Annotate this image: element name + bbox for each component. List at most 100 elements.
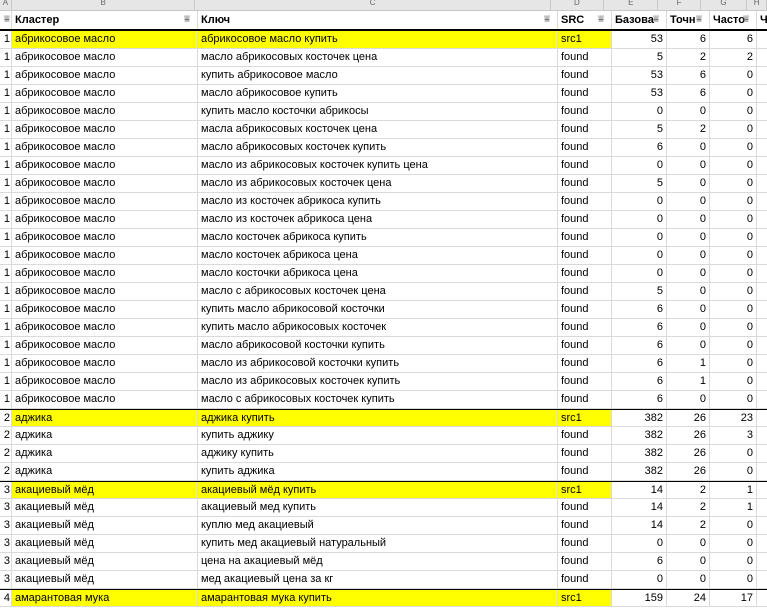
cell-g[interactable]: 1 — [0, 247, 12, 264]
cell-base[interactable]: 6 — [612, 319, 667, 336]
filter-icon[interactable]: ⩸ — [598, 15, 608, 25]
filter-icon[interactable]: ⩸ — [743, 15, 753, 25]
cell-empty[interactable] — [757, 67, 767, 84]
cell-base[interactable]: 0 — [612, 211, 667, 228]
cell-cluster[interactable]: абрикосовое масло — [12, 283, 198, 300]
cell-src[interactable]: found — [558, 265, 612, 282]
column-letter-a[interactable]: A — [0, 0, 12, 11]
cell-empty[interactable] — [757, 31, 767, 48]
cell-empty[interactable] — [757, 193, 767, 210]
cell-freq[interactable]: 0 — [710, 535, 757, 552]
cell-empty[interactable] — [757, 482, 767, 498]
header-cell[interactable]: Базова ⩸ — [612, 11, 667, 29]
cell-base[interactable]: 14 — [612, 499, 667, 516]
header-cell[interactable]: Кластер ⩸ — [12, 11, 198, 29]
column-letter-c[interactable]: C — [195, 0, 551, 11]
cell-key[interactable]: цена на акациевый мёд — [198, 553, 558, 570]
cell-src[interactable]: found — [558, 139, 612, 156]
cell-cluster[interactable]: абрикосовое масло — [12, 337, 198, 354]
cell-exact[interactable]: 6 — [667, 31, 710, 48]
cell-base[interactable]: 53 — [612, 31, 667, 48]
cell-cluster[interactable]: абрикосовое масло — [12, 103, 198, 120]
cell-g[interactable]: 1 — [0, 337, 12, 354]
cell-g[interactable]: 1 — [0, 67, 12, 84]
cell-exact[interactable]: 6 — [667, 85, 710, 102]
cell-src[interactable]: found — [558, 463, 612, 480]
cell-exact[interactable]: 0 — [667, 157, 710, 174]
cell-key[interactable]: купить масло косточки абрикосы — [198, 103, 558, 120]
cell-cluster[interactable]: абрикосовое масло — [12, 67, 198, 84]
cell-cluster[interactable]: аджика — [12, 445, 198, 462]
cell-empty[interactable] — [757, 301, 767, 318]
cell-cluster[interactable]: абрикосовое масло — [12, 139, 198, 156]
cell-base[interactable]: 0 — [612, 103, 667, 120]
cell-src[interactable]: found — [558, 499, 612, 516]
cell-g[interactable]: 1 — [0, 319, 12, 336]
header-cell[interactable]: ⩸ — [0, 11, 12, 29]
header-cell[interactable]: Часто ⩸ — [710, 11, 757, 29]
cell-g[interactable]: 3 — [0, 535, 12, 552]
cell-cluster[interactable]: абрикосовое масло — [12, 319, 198, 336]
cell-cluster[interactable]: абрикосовое масло — [12, 373, 198, 390]
column-letter-g[interactable]: G — [701, 0, 748, 11]
cell-key[interactable]: купить мед акациевый натуральный — [198, 535, 558, 552]
cell-empty[interactable] — [757, 103, 767, 120]
cell-exact[interactable]: 0 — [667, 229, 710, 246]
cell-src[interactable]: found — [558, 157, 612, 174]
cell-empty[interactable] — [757, 337, 767, 354]
cell-exact[interactable]: 26 — [667, 463, 710, 480]
cell-base[interactable]: 382 — [612, 445, 667, 462]
cell-src[interactable]: found — [558, 517, 612, 534]
cell-key[interactable]: акациевый мед купить — [198, 499, 558, 516]
cell-cluster[interactable]: аджика — [12, 410, 198, 426]
filter-icon[interactable]: ⩸ — [544, 15, 554, 25]
cell-key[interactable]: масло абрикосовое купить — [198, 85, 558, 102]
cell-key[interactable]: масло абрикосовых косточек цена — [198, 49, 558, 66]
cell-freq[interactable]: 1 — [710, 499, 757, 516]
cell-freq[interactable]: 0 — [710, 175, 757, 192]
cell-base[interactable]: 5 — [612, 121, 667, 138]
cell-freq[interactable]: 0 — [710, 373, 757, 390]
cell-cluster[interactable]: абрикосовое масло — [12, 157, 198, 174]
filter-icon[interactable]: ⩸ — [184, 15, 194, 25]
cell-base[interactable]: 0 — [612, 229, 667, 246]
cell-key[interactable]: аджику купить — [198, 445, 558, 462]
cell-src[interactable]: found — [558, 337, 612, 354]
cell-g[interactable]: 1 — [0, 85, 12, 102]
cell-cluster[interactable]: акациевый мёд — [12, 499, 198, 516]
cell-cluster[interactable]: акациевый мёд — [12, 571, 198, 588]
cell-exact[interactable]: 0 — [667, 319, 710, 336]
cell-src[interactable]: found — [558, 103, 612, 120]
cell-src[interactable]: found — [558, 301, 612, 318]
cell-key[interactable]: аджика купить — [198, 410, 558, 426]
cell-empty[interactable] — [757, 175, 767, 192]
cell-freq[interactable]: 17 — [710, 590, 757, 606]
cell-cluster[interactable]: акациевый мёд — [12, 535, 198, 552]
cell-exact[interactable]: 0 — [667, 175, 710, 192]
cell-freq[interactable]: 23 — [710, 410, 757, 426]
cell-src[interactable]: found — [558, 319, 612, 336]
cell-src[interactable]: found — [558, 229, 612, 246]
header-cell[interactable]: SRC ⩸ — [558, 11, 612, 29]
cell-base[interactable]: 0 — [612, 535, 667, 552]
cell-base[interactable]: 382 — [612, 410, 667, 426]
cell-cluster[interactable]: абрикосовое масло — [12, 265, 198, 282]
cell-g[interactable]: 1 — [0, 193, 12, 210]
cell-g[interactable]: 1 — [0, 103, 12, 120]
cell-key[interactable]: купить аджика — [198, 463, 558, 480]
cell-empty[interactable] — [757, 463, 767, 480]
cell-cluster[interactable]: акациевый мёд — [12, 553, 198, 570]
cell-src[interactable]: found — [558, 535, 612, 552]
cell-exact[interactable]: 0 — [667, 211, 710, 228]
cell-empty[interactable] — [757, 553, 767, 570]
cell-key[interactable]: масло с абрикосовых косточек цена — [198, 283, 558, 300]
cell-g[interactable]: 1 — [0, 121, 12, 138]
cell-key[interactable]: масло с абрикосовых косточек купить — [198, 391, 558, 408]
column-letter-f[interactable]: F — [658, 0, 701, 11]
cell-key[interactable]: купить масло абрикосовых косточек — [198, 319, 558, 336]
cell-g[interactable]: 1 — [0, 49, 12, 66]
cell-g[interactable]: 1 — [0, 139, 12, 156]
cell-src[interactable]: found — [558, 121, 612, 138]
cell-key[interactable]: масло косточек абрикоса купить — [198, 229, 558, 246]
cell-freq[interactable]: 0 — [710, 103, 757, 120]
